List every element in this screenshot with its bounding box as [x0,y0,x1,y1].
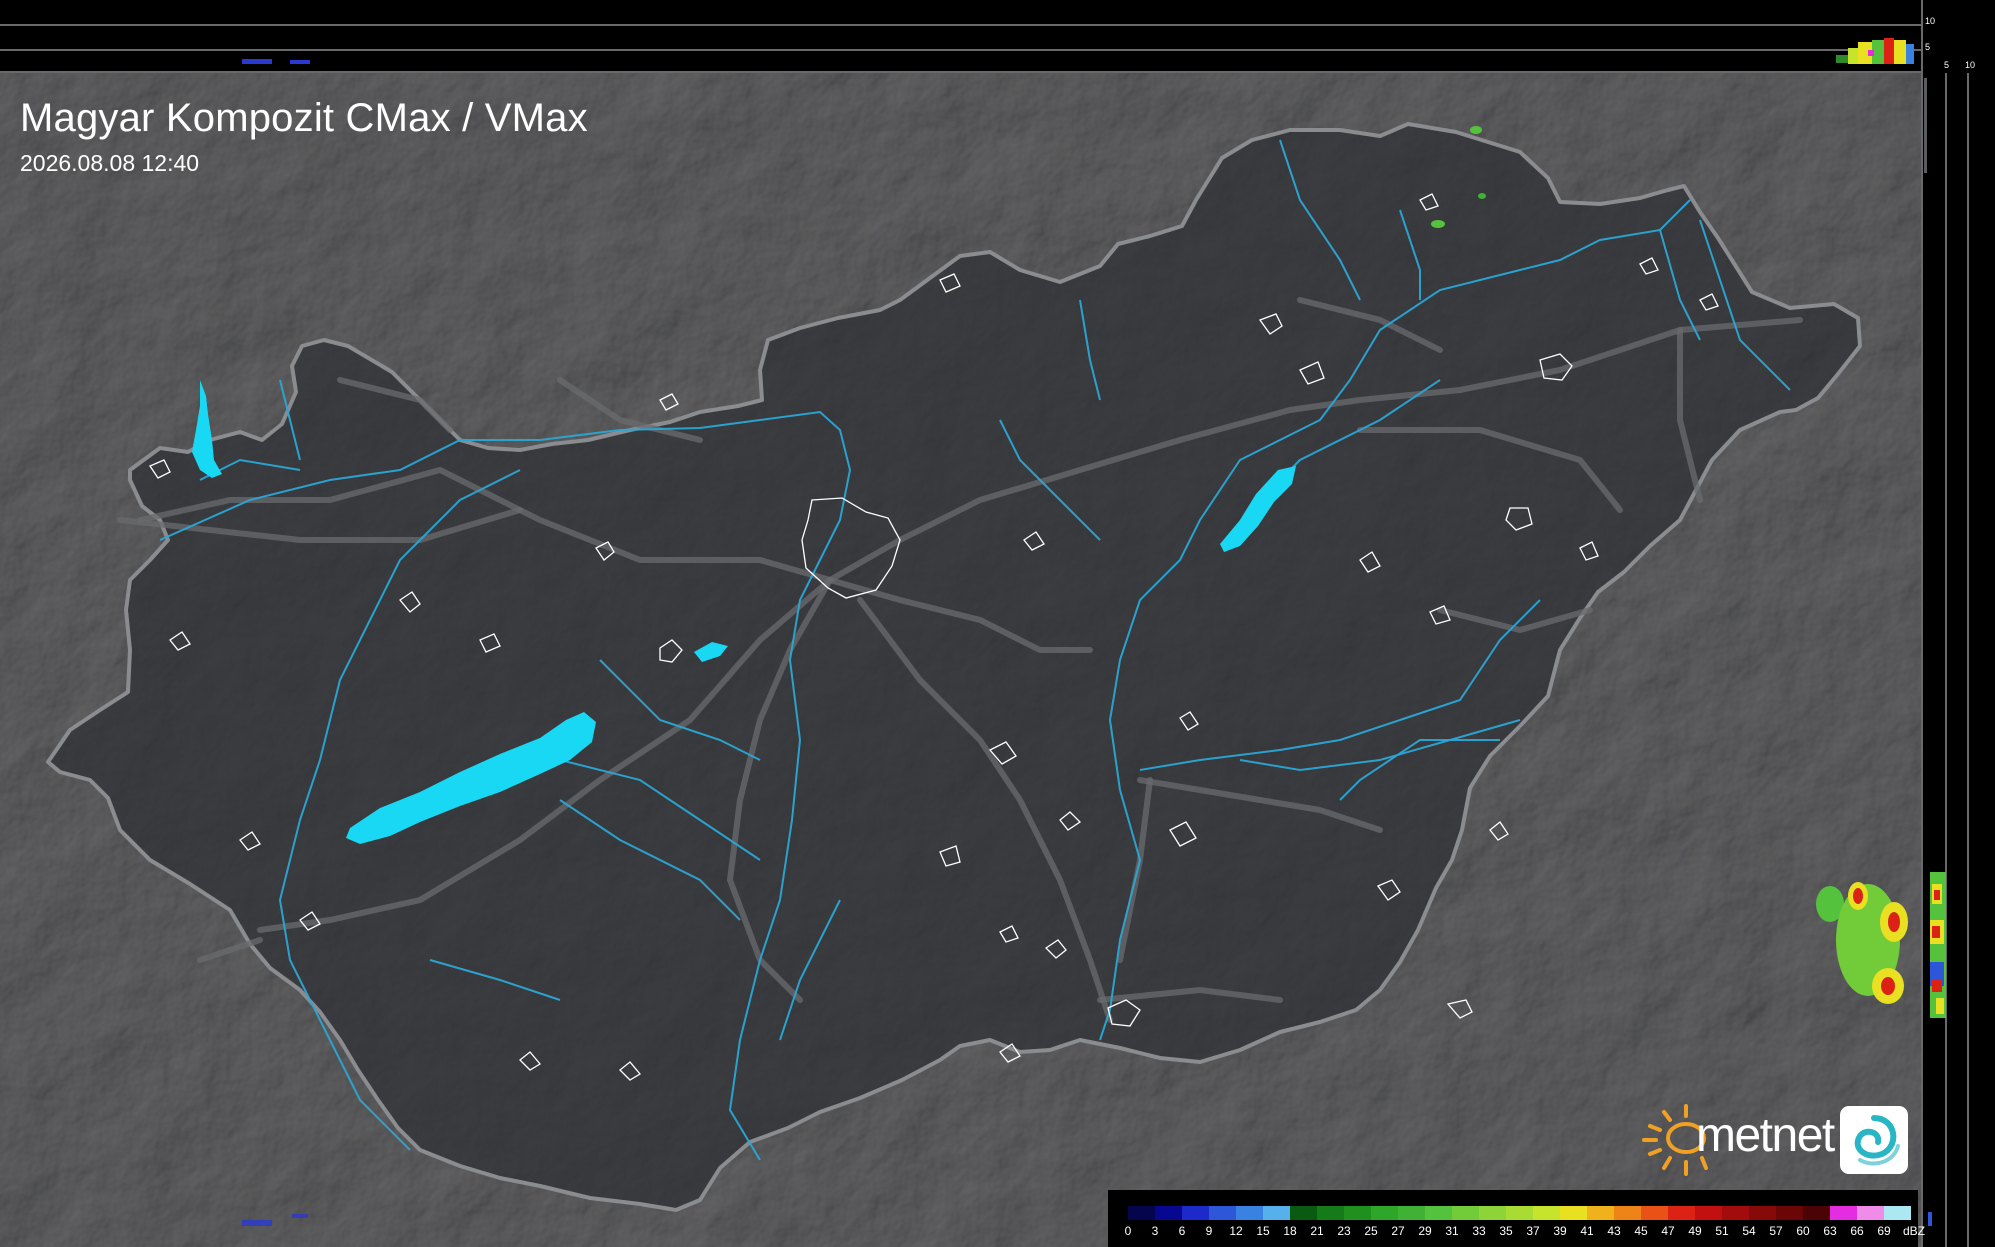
legend-label: 35 [1499,1224,1513,1238]
radar-map: Magyar Kompozit CMax / VMax 2026.08.08 1… [0,0,1995,1247]
legend-label: 12 [1229,1224,1243,1238]
logo-text: metnet [1696,1109,1835,1162]
legend-swatch [1695,1206,1722,1220]
legend-label: 31 [1445,1224,1459,1238]
legend-swatch [1641,1206,1668,1220]
legend-swatch [1425,1206,1452,1220]
legend-unit: dBZ [1903,1224,1926,1238]
legend-label: 60 [1796,1224,1810,1238]
legend-label: 41 [1580,1224,1594,1238]
legend-swatch [1155,1206,1182,1220]
legend-label: 43 [1607,1224,1621,1238]
legend-label: 69 [1877,1224,1891,1238]
legend-label: 45 [1634,1224,1648,1238]
legend-swatch [1560,1206,1587,1220]
legend-swatch [1398,1206,1425,1220]
legend-swatch [1290,1206,1317,1220]
legend-label: 51 [1715,1224,1729,1238]
legend-swatch [1803,1206,1830,1220]
legend-label: 33 [1472,1224,1486,1238]
legend-label: 29 [1418,1224,1432,1238]
legend-label: 27 [1391,1224,1405,1238]
legend-label: 9 [1205,1224,1213,1238]
legend-label: 66 [1850,1224,1864,1238]
legend-label: 37 [1526,1224,1540,1238]
legend-swatch [1209,1206,1236,1220]
side-axis-label-5: 5 [1944,60,1950,70]
legend-swatch [1182,1206,1209,1220]
legend-label: 6 [1178,1224,1186,1238]
legend-swatch [1452,1206,1479,1220]
legend-label: 47 [1661,1224,1675,1238]
metnet-logo: metnet [1636,1102,1910,1178]
legend-label: 0 [1124,1224,1132,1238]
map-canvas [0,0,1995,1247]
side-profile-panel [1921,0,1995,1247]
legend-swatch [1830,1206,1857,1220]
legend-swatch [1317,1206,1344,1220]
legend-swatch [1533,1206,1560,1220]
legend-label: 18 [1283,1224,1297,1238]
legend-swatch [1749,1206,1776,1220]
legend-swatch [1587,1206,1614,1220]
map-timestamp: 2026.08.08 12:40 [20,150,200,176]
legend-color-bar [1128,1206,1911,1220]
legend-swatch [1371,1206,1398,1220]
legend-swatch [1776,1206,1803,1220]
top-axis-label-5: 5 [1925,42,1931,52]
legend-label: 21 [1310,1224,1324,1238]
legend-swatch [1614,1206,1641,1220]
legend-swatch [1263,1206,1290,1220]
map-title: Magyar Kompozit CMax / VMax [20,96,588,140]
dbz-color-legend: 0 3 6 9 12 15 18 21 23 25 27 29 31 33 35 37 39 41 43 45 47 49… [1108,1190,1925,1247]
legend-label: 25 [1364,1224,1378,1238]
legend-label: 15 [1256,1224,1270,1238]
top-axis-label-10: 10 [1925,16,1936,26]
legend-swatch [1479,1206,1506,1220]
legend-label: 23 [1337,1224,1351,1238]
legend-swatch [1128,1206,1155,1220]
legend-swatch [1884,1206,1911,1220]
top-profile-panel [0,0,1921,73]
legend-label: 63 [1823,1224,1837,1238]
legend-swatch [1857,1206,1884,1220]
legend-swatch [1236,1206,1263,1220]
legend-swatch [1344,1206,1371,1220]
legend-label: 54 [1742,1224,1756,1238]
legend-swatch [1668,1206,1695,1220]
side-axis-label-10: 10 [1965,60,1976,70]
legend-swatch [1722,1206,1749,1220]
legend-label: 39 [1553,1224,1567,1238]
legend-label: 57 [1769,1224,1783,1238]
legend-label: 3 [1151,1224,1159,1238]
legend-swatch [1506,1206,1533,1220]
legend-label: 49 [1688,1224,1702,1238]
